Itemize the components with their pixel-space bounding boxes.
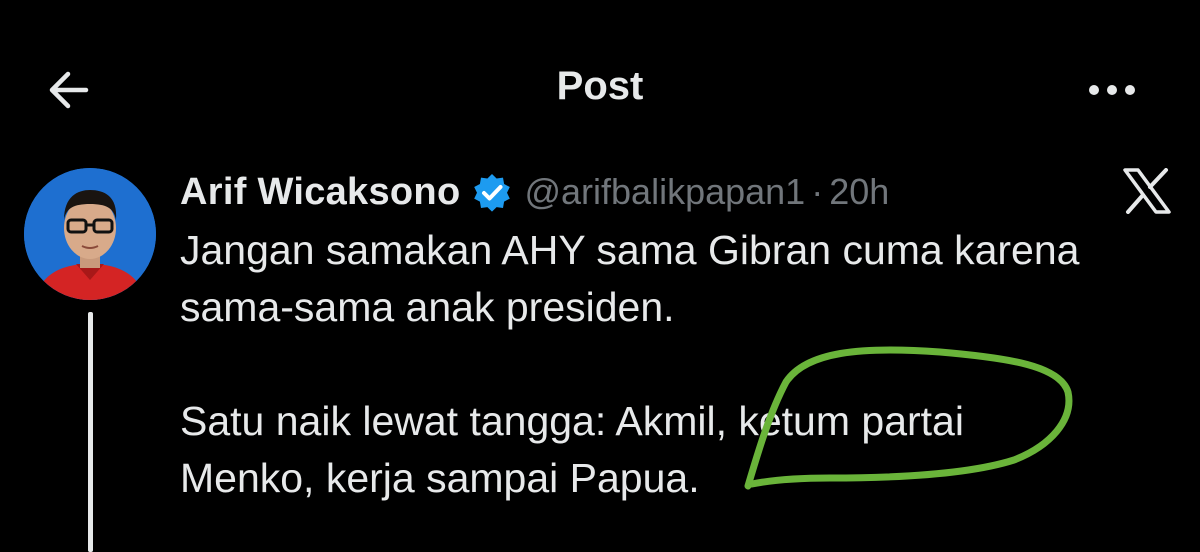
thread-line (88, 312, 93, 552)
post-timestamp[interactable]: 20h (829, 171, 889, 213)
avatar-image (24, 168, 156, 300)
tweet-paragraph: Jangan samakan AHY sama Gibran cuma kare… (180, 227, 1080, 330)
author-name[interactable]: Arif Wicaksono (180, 171, 460, 214)
meta-separator: · (811, 171, 824, 212)
tweet-paragraph: Satu naik lewat tangga: Akmil, ketum par… (180, 398, 964, 501)
post-header: Post (0, 0, 1200, 175)
verified-badge-icon (474, 174, 511, 212)
author-handle[interactable]: @arifbalikpapan1 (524, 171, 805, 213)
page-title: Post (556, 64, 644, 108)
tweet-text: Jangan samakan AHY sama Gibran cuma kare… (180, 222, 1180, 507)
tweet-header: Arif Wicaksono @arifbalikpapan1 · 20h (180, 168, 889, 216)
avatar[interactable] (24, 168, 156, 300)
x-logo-icon[interactable] (1122, 168, 1172, 214)
more-horizontal-icon[interactable] (1084, 70, 1140, 110)
